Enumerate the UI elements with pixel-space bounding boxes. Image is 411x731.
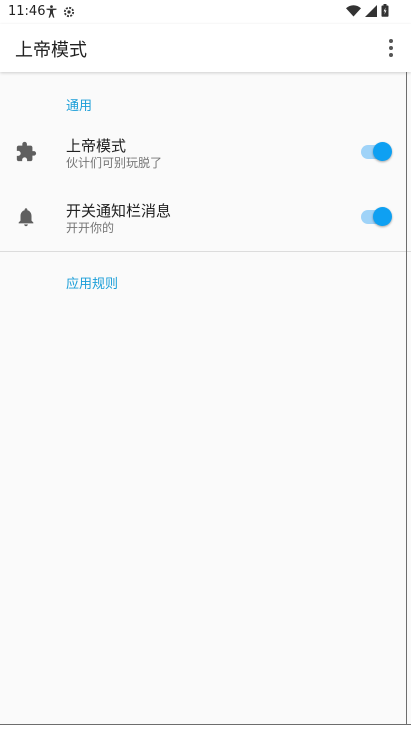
accessibility-icon bbox=[46, 5, 57, 18]
bell-icon bbox=[18, 208, 34, 227]
status-time: 11:46 bbox=[8, 4, 46, 19]
pref-title: 上帝模式 bbox=[66, 137, 127, 155]
menu-dot bbox=[389, 53, 393, 57]
section-header-app-rules: 应用规则 bbox=[66, 277, 119, 292]
battery-icon bbox=[381, 4, 389, 17]
puzzle-icon bbox=[16, 141, 37, 162]
section-header-general: 通用 bbox=[66, 99, 93, 114]
pref-summary: 开开你的 bbox=[66, 221, 115, 235]
notification-switch[interactable] bbox=[361, 205, 392, 229]
status-right-icons bbox=[346, 4, 389, 17]
section-divider bbox=[0, 251, 411, 252]
menu-dot bbox=[389, 39, 393, 43]
app-bar: 上帝模式 bbox=[0, 24, 411, 72]
signal-icon bbox=[365, 4, 377, 17]
settings-gear-icon bbox=[63, 6, 75, 17]
window-edge bbox=[406, 72, 407, 724]
menu-dot bbox=[389, 46, 393, 50]
pref-summary: 伙计们可别玩脱了 bbox=[66, 156, 163, 170]
status-left-icons bbox=[46, 5, 75, 18]
pref-title: 开关通知栏消息 bbox=[66, 202, 172, 220]
page-title: 上帝模式 bbox=[15, 40, 87, 61]
wifi-icon bbox=[346, 4, 361, 16]
more-vert-icon[interactable] bbox=[383, 36, 399, 60]
switch-thumb bbox=[373, 142, 392, 161]
god-mode-switch[interactable] bbox=[361, 140, 392, 164]
pref-item-god-mode[interactable]: 上帝模式 伙计们可别玩脱了 bbox=[0, 121, 411, 183]
status-bar: 11:46 bbox=[0, 0, 411, 24]
switch-thumb bbox=[373, 207, 392, 226]
pref-item-notification[interactable]: 开关通知栏消息 开开你的 bbox=[0, 186, 411, 248]
